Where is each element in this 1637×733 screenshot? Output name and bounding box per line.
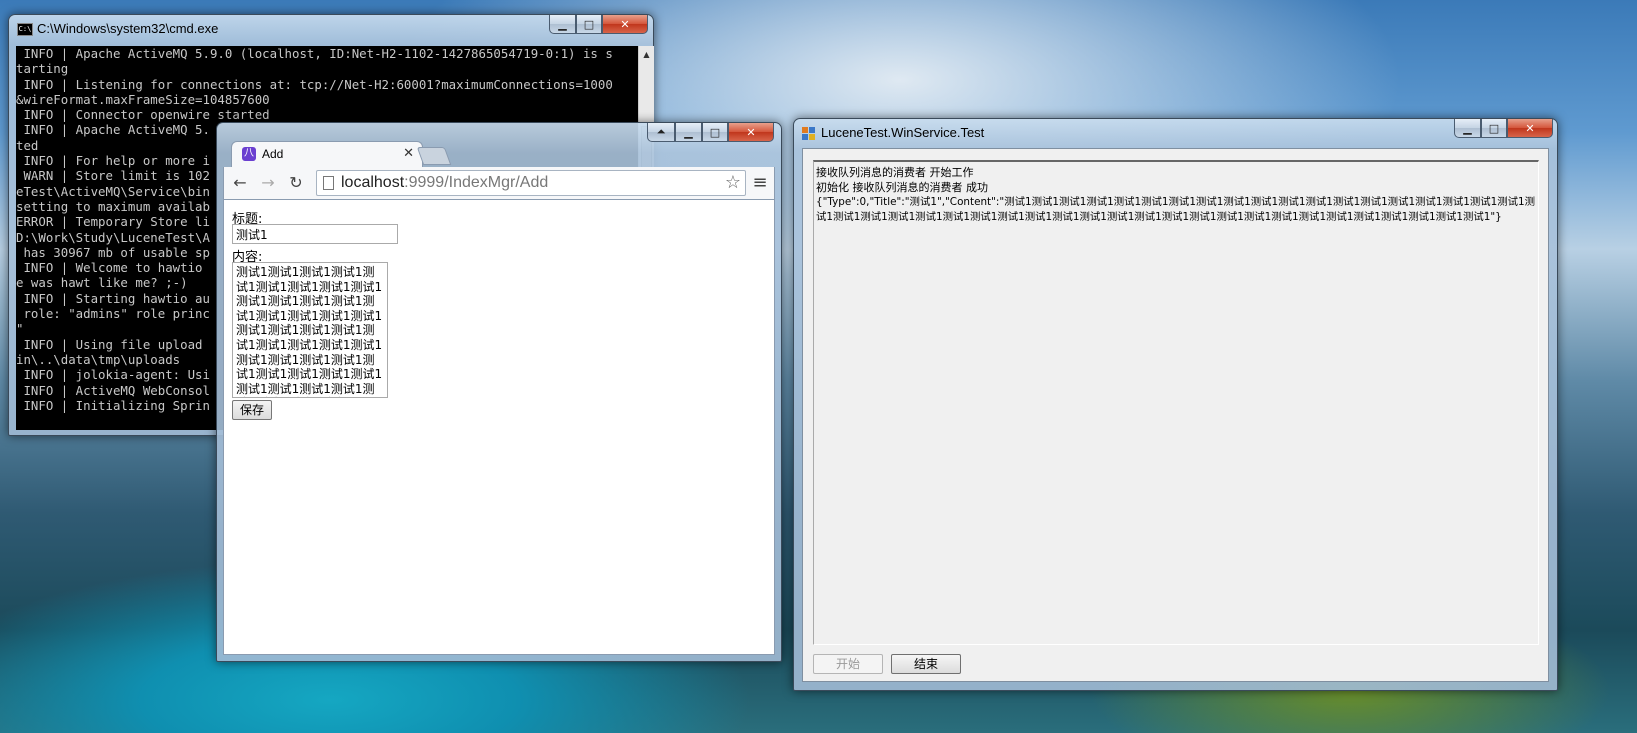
new-tab-button[interactable] [416, 147, 452, 165]
cmd-title: C:\Windows\system32\cmd.exe [37, 21, 219, 36]
title-input[interactable]: 测试1 [232, 224, 398, 244]
close-icon[interactable]: ✕ [602, 15, 648, 34]
winform-titlebar[interactable]: LuceneTest.WinService.Test ▁ □ ✕ [794, 119, 1557, 147]
close-icon[interactable]: ✕ [1507, 119, 1553, 138]
log-textbox[interactable]: 接收队列消息的消费者 开始工作 初始化 接收队列消息的消费者 成功 {"Type… [813, 160, 1539, 645]
url-text[interactable]: localhost:9999/IndexMgr/Add [341, 174, 548, 192]
tab-add[interactable]: 八 Add ✕ [231, 141, 423, 167]
start-button[interactable]: 开始 [813, 654, 883, 674]
close-icon[interactable]: ✕ [728, 123, 774, 142]
minimize-icon[interactable]: ▁ [549, 15, 576, 34]
save-button[interactable]: 保存 [232, 400, 272, 420]
console-line: INFO | Apache ActiveMQ 5.9.0 (localhost,… [16, 46, 613, 61]
minimize-icon[interactable]: ▁ [1454, 119, 1481, 138]
browser-window[interactable]: 八 Add ✕ ⏶ ▁ □ ✕ ← → ↻ localhost:9999/Ind… [216, 122, 782, 662]
back-icon[interactable]: ← [230, 173, 250, 193]
scroll-up-icon[interactable]: ▲ [639, 46, 654, 62]
winform-title: LuceneTest.WinService.Test [821, 125, 985, 140]
minimize-icon[interactable]: ▁ [675, 123, 702, 142]
console-line: INFO | Listening for connections at: tcp… [16, 76, 613, 92]
forward-icon[interactable]: → [258, 173, 278, 193]
browser-toolbar: ← → ↻ localhost:9999/IndexMgr/Add ☆ ≡ [223, 167, 775, 199]
bookmark-star-icon[interactable]: ☆ [725, 172, 741, 193]
menu-icon[interactable]: ≡ [752, 173, 768, 193]
tab-close-icon[interactable]: ✕ [403, 146, 414, 161]
content-textarea[interactable]: 测试1测试1测试1测试1测试1测试1测试1测试1测试1测试1测试1测试1测试1测… [232, 262, 388, 398]
page-viewport: 标题: 测试1 内容: 测试1测试1测试1测试1测试1测试1测试1测试1测试1测… [223, 199, 775, 655]
stop-button[interactable]: 结束 [891, 654, 961, 674]
tab-title: Add [262, 147, 284, 161]
maximize-icon[interactable]: □ [576, 15, 602, 34]
console-line: INFO | Connector openwire started [16, 107, 270, 123]
cmd-app-icon: C:\ [17, 23, 33, 36]
winform-window[interactable]: LuceneTest.WinService.Test ▁ □ ✕ 接收队列消息的… [793, 118, 1558, 691]
console-line: &wireFormat.maxFrameSize=104857600 [16, 91, 270, 107]
maximize-icon[interactable]: □ [702, 123, 728, 142]
winform-client: 接收队列消息的消费者 开始工作 初始化 接收队列消息的消费者 成功 {"Type… [802, 148, 1549, 682]
tab-strip: 八 Add ✕ ⏶ ▁ □ ✕ [217, 123, 781, 167]
page-icon [323, 176, 334, 190]
log-line: 初始化 接收队列消息的消费者 成功 [816, 181, 988, 194]
form-app-icon [802, 127, 815, 140]
profile-icon[interactable]: ⏶ [647, 123, 675, 142]
favicon-icon: 八 [242, 147, 256, 161]
maximize-icon[interactable]: □ [1481, 119, 1507, 138]
reload-icon[interactable]: ↻ [286, 173, 306, 193]
console-line: tarting [16, 61, 69, 77]
cmd-titlebar[interactable]: C:\ C:\Windows\system32\cmd.exe ▁ □ ✕ [9, 15, 653, 43]
log-line: 接收队列消息的消费者 开始工作 [816, 166, 974, 179]
log-json: {"Type":0,"Title":"测试1","Content":"测试1测试… [816, 196, 1536, 223]
address-bar[interactable]: localhost:9999/IndexMgr/Add ☆ [316, 170, 746, 196]
